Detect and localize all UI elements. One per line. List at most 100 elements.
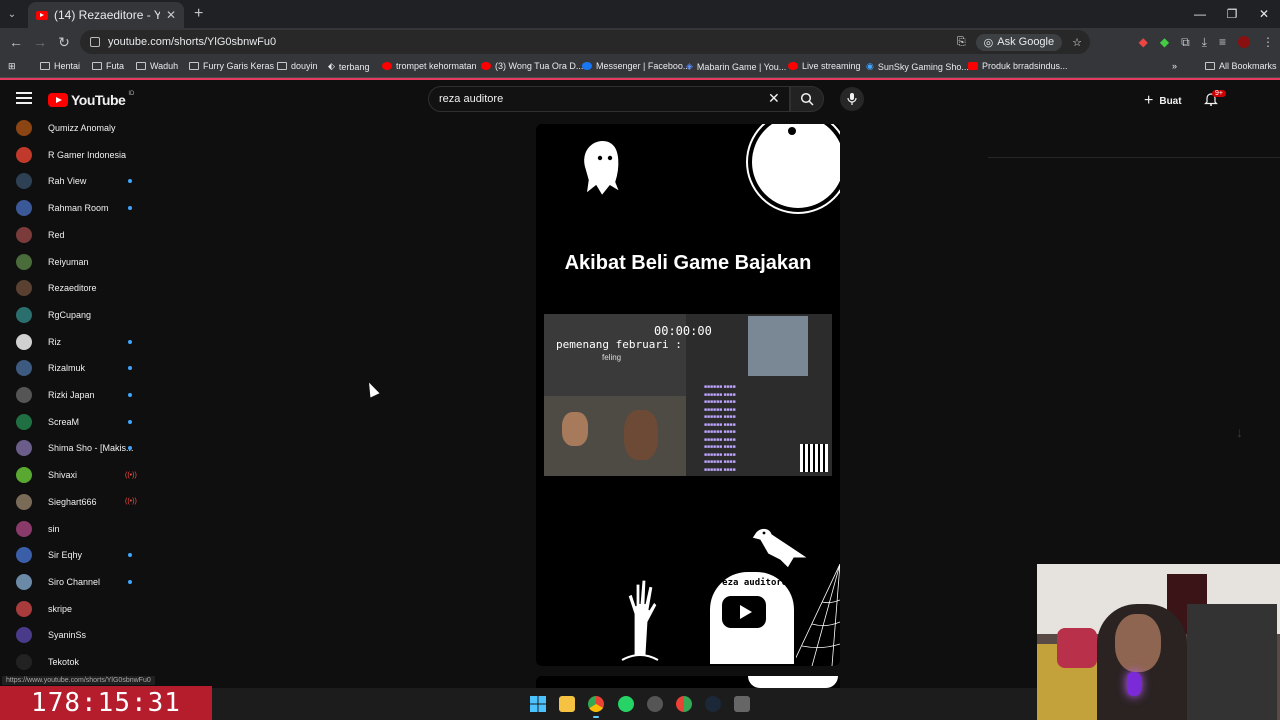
ask-google-button[interactable]: ◎ Ask Google xyxy=(975,33,1063,51)
next-video-arrow-icon[interactable]: ↓ xyxy=(1236,424,1243,440)
search-button[interactable] xyxy=(790,86,824,112)
youtube-logo[interactable]: YouTube ID xyxy=(48,91,134,108)
extensions-puzzle-icon[interactable]: ⧉ xyxy=(1181,35,1190,50)
gravestone-text: reza auditore xyxy=(716,578,788,588)
shorts-video-player[interactable]: Akibat Beli Game Bajakan 00:00:00 pemena… xyxy=(536,124,840,666)
sidebar-item-channel[interactable]: Red xyxy=(0,222,150,248)
sidebar-item-channel[interactable]: Siro Channel xyxy=(0,569,150,595)
channel-name: Tekotok xyxy=(48,657,80,667)
channel-avatar xyxy=(16,493,32,510)
search-icon xyxy=(800,92,814,106)
folder-icon xyxy=(1205,62,1215,70)
profile-avatar[interactable] xyxy=(1238,36,1250,48)
steam-icon[interactable] xyxy=(705,696,721,712)
sidebar-item-channel[interactable]: ScreaM xyxy=(0,409,150,435)
chrome-profile-icon[interactable] xyxy=(676,696,692,712)
sidebar-item-channel[interactable]: SyaninSs xyxy=(0,622,150,648)
omnibox[interactable]: youtube.com/shorts/YlG0sbnwFu0 ⎘ ◎ Ask Go… xyxy=(80,30,1090,54)
channel-avatar xyxy=(16,280,32,297)
search-input[interactable]: reza auditore xyxy=(428,86,790,112)
bookmark-item[interactable]: (3) Wong Tua Ora D... xyxy=(481,61,583,71)
minimize-icon[interactable]: — xyxy=(1184,0,1216,28)
tab-search-icon[interactable]: ⌄ xyxy=(0,0,24,28)
close-tab-icon[interactable]: ✕ xyxy=(166,8,176,22)
sidebar-item-channel[interactable]: Shivaxi ((•)) xyxy=(0,462,150,488)
new-content-dot xyxy=(128,179,132,184)
bookmark-item[interactable]: Hentai xyxy=(40,61,80,71)
facebook-icon xyxy=(582,62,592,70)
sidebar-item-channel[interactable]: RgCupang xyxy=(0,302,150,328)
url-text[interactable]: youtube.com/shorts/YlG0sbnwFu0 xyxy=(108,36,276,48)
reload-icon[interactable]: ↻ xyxy=(52,34,76,51)
channel-avatar xyxy=(16,440,32,457)
tab-groups-icon[interactable]: ≡ xyxy=(1219,35,1226,49)
app-icon[interactable] xyxy=(734,696,750,712)
new-tab-icon[interactable]: + xyxy=(194,5,203,23)
extension-icon[interactable]: ◆ xyxy=(1160,35,1169,49)
sidebar-item-channel[interactable]: Shima Sho - [Makis... xyxy=(0,435,150,461)
forward-icon[interactable]: → xyxy=(28,34,52,50)
chat-line: ■■■■■■ ■■■■ xyxy=(704,406,736,413)
sidebar-item-channel[interactable]: Tekotok xyxy=(0,649,150,675)
install-app-icon[interactable]: ⎘ xyxy=(957,36,966,49)
browser-tab[interactable]: (14) Rezaeditore - YouTube ✕ xyxy=(28,2,184,28)
clear-search-icon[interactable]: ✕ xyxy=(768,90,780,107)
bookmark-item[interactable]: ◈ Mabarin Game | You... xyxy=(686,61,786,72)
bookmark-item[interactable]: ◉ SunSky Gaming Sho... xyxy=(866,61,969,72)
sidebar-item-channel[interactable]: Riz xyxy=(0,329,150,355)
window-controls: — ❐ ✕ xyxy=(1184,0,1280,28)
stream-timer: 00:00:00 xyxy=(654,324,712,338)
sidebar-item-channel[interactable]: Rezaeditore xyxy=(0,275,150,301)
windows-start-icon[interactable] xyxy=(530,696,546,712)
sidebar-item-channel[interactable]: Qumizz Anomaly xyxy=(0,115,150,141)
bookmark-item[interactable]: douyin xyxy=(277,61,318,71)
channel-name: R Gamer Indonesia xyxy=(48,149,127,160)
more-bookmarks-icon[interactable]: » xyxy=(1172,61,1177,71)
channel-name: Rezaeditore xyxy=(48,283,97,294)
sidebar-item-channel[interactable]: skripe xyxy=(0,596,150,622)
sidebar-item-channel[interactable]: Rizki Japan xyxy=(0,382,150,408)
sidebar-item-channel[interactable]: Rahman Room xyxy=(0,195,150,221)
file-explorer-icon[interactable] xyxy=(559,696,575,712)
create-button[interactable]: + Buat xyxy=(1144,92,1182,110)
live-icon: ((•)) xyxy=(125,498,137,506)
obs-icon[interactable] xyxy=(647,696,663,712)
whatsapp-icon[interactable] xyxy=(618,696,634,712)
sidebar-item-channel[interactable]: Sieghart666 ((•)) xyxy=(0,489,150,515)
chat-line: ■■■■■■ ■■■■ xyxy=(704,421,736,428)
sidebar-item-channel[interactable]: Rah View xyxy=(0,168,150,194)
bookmark-item[interactable]: Live streaming xyxy=(788,61,861,71)
channel-avatar xyxy=(16,333,32,350)
guide-menu-icon[interactable] xyxy=(16,92,32,104)
restore-icon[interactable]: ❐ xyxy=(1216,0,1248,28)
ghost-icon xyxy=(582,139,622,198)
bookmark-item[interactable]: Produk brradsindus... xyxy=(968,61,1068,71)
video-title-overlay: Akibat Beli Game Bajakan xyxy=(564,252,812,274)
all-bookmarks-button[interactable]: All Bookmarks xyxy=(1205,61,1277,71)
bookmark-item[interactable]: Furry Garis Keras xyxy=(189,61,274,71)
channel-name: Qumizz Anomaly xyxy=(48,123,116,133)
bookmark-item[interactable]: trompet kehormatan xyxy=(382,61,477,71)
close-window-icon[interactable]: ✕ xyxy=(1248,0,1280,28)
channel-avatar xyxy=(16,200,32,217)
sidebar-item-channel[interactable]: R Gamer Indonesia xyxy=(0,142,150,168)
site-info-icon[interactable] xyxy=(90,37,100,47)
back-icon[interactable]: ← xyxy=(4,34,28,50)
notification-badge: 9+ xyxy=(1212,90,1226,97)
voice-search-button[interactable] xyxy=(840,87,864,111)
sidebar-item-channel[interactable]: sin xyxy=(0,516,150,542)
apps-grid-icon[interactable]: ⊞ xyxy=(8,61,16,72)
bookmark-item[interactable]: Messenger | Faceboo... xyxy=(582,61,690,71)
chrome-icon[interactable] xyxy=(588,696,604,718)
channel-avatar xyxy=(16,146,32,163)
browser-menu-icon[interactable]: ⋮ xyxy=(1262,35,1274,49)
bookmark-item[interactable]: Futa xyxy=(92,61,124,71)
sidebar-item-channel[interactable]: Rizalmuk xyxy=(0,355,150,381)
bookmark-item[interactable]: ⬖ terbang xyxy=(328,61,369,72)
sidebar-item-channel[interactable]: Reiyuman xyxy=(0,249,150,275)
extension-icon[interactable]: ◆ xyxy=(1139,35,1148,49)
bookmark-star-icon[interactable]: ☆ xyxy=(1072,36,1082,49)
sidebar-item-channel[interactable]: Sir Eqhy xyxy=(0,542,150,568)
bookmark-item[interactable]: Waduh xyxy=(136,61,178,71)
downloads-icon[interactable]: ⤓ xyxy=(1202,35,1207,50)
